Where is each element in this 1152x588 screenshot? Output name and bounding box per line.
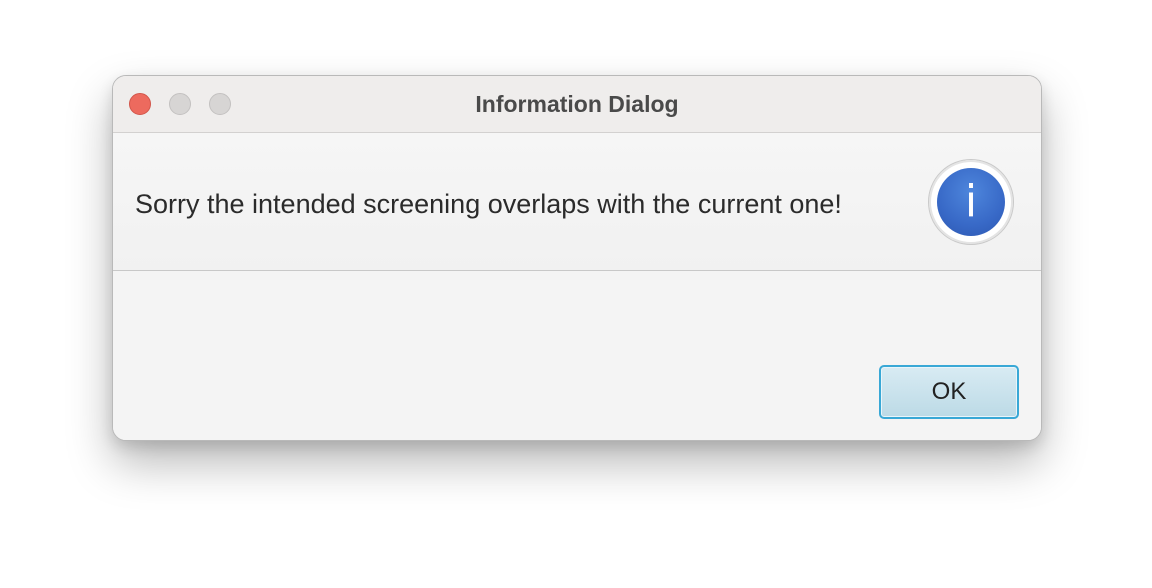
dialog-header-panel: Sorry the intended screening overlaps wi… xyxy=(113,133,1041,271)
dialog-button-bar: OK xyxy=(113,271,1041,440)
ok-button[interactable]: OK xyxy=(879,365,1019,419)
desktop-background: Information Dialog Sorry the intended sc… xyxy=(0,0,1152,588)
info-icon-glyph: i xyxy=(964,176,978,227)
information-dialog-window: Information Dialog Sorry the intended sc… xyxy=(112,75,1042,441)
info-icon: i xyxy=(928,159,1014,245)
title-bar: Information Dialog xyxy=(113,76,1041,133)
info-icon-disc: i xyxy=(937,168,1005,236)
window-title: Information Dialog xyxy=(475,91,679,117)
dialog-message: Sorry the intended screening overlaps wi… xyxy=(135,189,842,219)
